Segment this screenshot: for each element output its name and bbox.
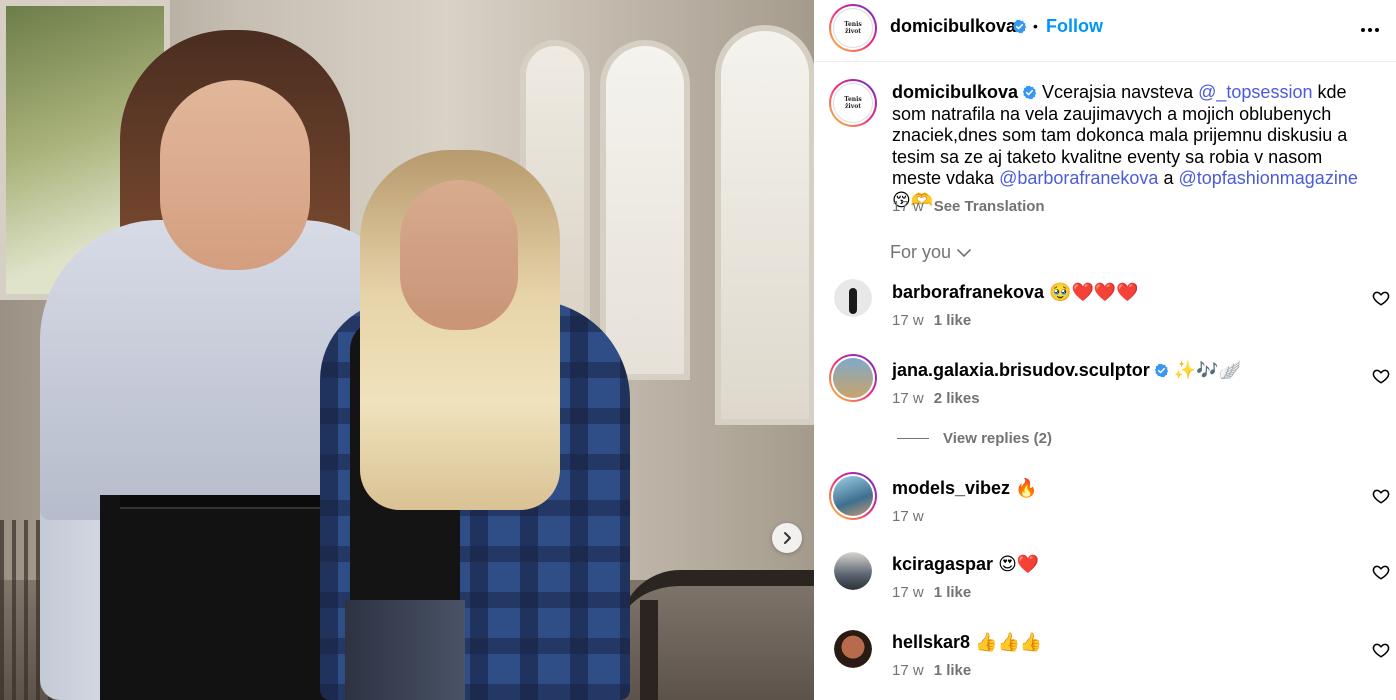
photo-person-skirt — [100, 495, 340, 700]
photo-person-face — [400, 180, 518, 330]
heart-outline-icon[interactable] — [1372, 563, 1390, 581]
comment-text-line: barborafranekova 🥹❤️❤️❤️ — [892, 282, 1139, 303]
more-horizontal-icon — [1361, 28, 1379, 32]
caption-username[interactable]: domicibulkova — [892, 82, 1018, 102]
photo-person-belt — [120, 495, 330, 509]
avatar-image — [834, 630, 872, 668]
comment-likes[interactable]: 1 like — [934, 584, 972, 601]
commenter-avatar[interactable] — [829, 354, 877, 402]
verified-badge-icon — [1022, 85, 1037, 100]
heart-outline-icon[interactable] — [1372, 289, 1390, 307]
caption-meta: 17 w See Translation — [892, 198, 1045, 215]
chevron-down-icon — [957, 248, 971, 257]
comment-meta: 17 w 1 like — [892, 584, 971, 601]
photo-person-face — [160, 80, 310, 270]
comment-text-line: hellskar8 👍👍👍 — [892, 632, 1042, 653]
comment-text: 👍👍👍 — [975, 632, 1043, 652]
avatar-logo: Tenis život — [833, 83, 873, 123]
comment-item: kciragaspar 😍❤️ 17 w 1 like — [814, 552, 1396, 624]
author-avatar[interactable]: Tenis život — [829, 4, 877, 52]
commenter-username[interactable]: barborafranekova — [892, 282, 1044, 302]
follow-button[interactable]: Follow — [1046, 16, 1103, 37]
comment-sort-label: For you — [890, 242, 952, 262]
comment-text: 😍❤️ — [998, 554, 1040, 574]
comment-text-line: kciragaspar 😍❤️ — [892, 554, 1039, 575]
post-side-panel: Tenis život domicibulkova • Follow Tenis… — [814, 0, 1396, 700]
comment-meta: 17 w 2 likes — [892, 390, 980, 407]
comment-meta: 17 w — [892, 508, 924, 525]
post-caption: domicibulkova Vcerajsia navsteva @_topse… — [892, 82, 1362, 211]
caption-mention-link[interactable]: @_topsession — [1198, 82, 1312, 102]
commenter-avatar[interactable] — [834, 552, 872, 590]
comment-text: 🔥 — [1015, 478, 1038, 498]
commenter-username[interactable]: models_vibez — [892, 478, 1010, 498]
comment-text-line: models_vibez 🔥 — [892, 478, 1037, 499]
comment-likes[interactable]: 1 like — [934, 662, 972, 679]
avatar-image — [834, 279, 872, 317]
commenter-avatar[interactable] — [834, 630, 872, 668]
photo-window — [715, 25, 814, 425]
comment-timestamp[interactable]: 17 w — [892, 662, 924, 679]
caption-author-avatar[interactable]: Tenis život — [829, 79, 877, 127]
photo-window — [600, 40, 690, 380]
comment-timestamp[interactable]: 17 w — [892, 584, 924, 601]
photo-rail-post — [640, 600, 658, 700]
comment-text: 🥹❤️❤️❤️ — [1049, 282, 1139, 302]
avatar-image — [834, 552, 872, 590]
comment-sort-dropdown[interactable]: For you — [890, 242, 971, 263]
comment-meta: 17 w 1 like — [892, 662, 971, 679]
commenter-username[interactable]: hellskar8 — [892, 632, 970, 652]
post-header: Tenis život domicibulkova • Follow — [814, 0, 1396, 62]
view-replies-button[interactable]: View replies (2) — [897, 430, 1052, 447]
verified-badge-icon — [1154, 363, 1168, 378]
avatar-logo-text: Tenis život — [844, 21, 862, 35]
caption-text: a — [1158, 168, 1179, 188]
post-media[interactable] — [0, 0, 814, 700]
comment-text-line: jana.galaxia.brisudov.sculptor ✨🎶🪽 — [892, 360, 1241, 381]
comment-likes[interactable]: 2 likes — [934, 390, 980, 407]
commenter-avatar[interactable] — [829, 472, 877, 520]
commenter-username[interactable]: jana.galaxia.brisudov.sculptor — [892, 360, 1150, 380]
comment-item: barborafranekova 🥹❤️❤️❤️ 17 w 1 like — [814, 279, 1396, 352]
avatar-image — [833, 476, 873, 516]
comment-timestamp[interactable]: 17 w — [892, 312, 924, 329]
verified-badge-icon — [1012, 19, 1027, 34]
caption-mention-link[interactable]: @topfashionmagazine — [1178, 168, 1357, 188]
commenter-username[interactable]: kciragaspar — [892, 554, 993, 574]
avatar-logo-text: Tenis život — [844, 96, 862, 110]
author-username[interactable]: domicibulkova — [890, 16, 1016, 37]
comment-timestamp[interactable]: 17 w — [892, 508, 924, 525]
comment-meta: 17 w 1 like — [892, 312, 971, 329]
avatar-logo: Tenis život — [833, 8, 873, 48]
view-replies-label: View replies (2) — [943, 430, 1052, 447]
comment-likes[interactable]: 1 like — [934, 312, 972, 329]
commenter-avatar[interactable] — [834, 279, 872, 317]
caption-text: Vcerajsia navsteva — [1042, 82, 1199, 102]
replies-divider-line — [897, 438, 929, 439]
heart-outline-icon[interactable] — [1372, 641, 1390, 659]
see-translation-button[interactable]: See Translation — [934, 198, 1045, 215]
caption-mention-link[interactable]: @barborafranekova — [999, 168, 1158, 188]
avatar-image — [833, 358, 873, 398]
heart-outline-icon[interactable] — [1372, 487, 1390, 505]
caption-timestamp[interactable]: 17 w — [892, 198, 924, 215]
chevron-right-icon — [784, 532, 791, 544]
separator-dot: • — [1033, 18, 1038, 34]
photo-person-jeans — [345, 600, 465, 700]
next-media-button[interactable] — [772, 523, 802, 553]
comment-text: ✨🎶🪽 — [1173, 360, 1242, 380]
comment-item: models_vibez 🔥 17 w — [814, 472, 1396, 548]
comment-item: hellskar8 👍👍👍 17 w 1 like — [814, 630, 1396, 700]
comment-item: jana.galaxia.brisudov.sculptor ✨🎶🪽 17 w 2… — [814, 354, 1396, 430]
heart-outline-icon[interactable] — [1372, 367, 1390, 385]
comment-timestamp[interactable]: 17 w — [892, 390, 924, 407]
more-options-button[interactable] — [1358, 18, 1382, 42]
